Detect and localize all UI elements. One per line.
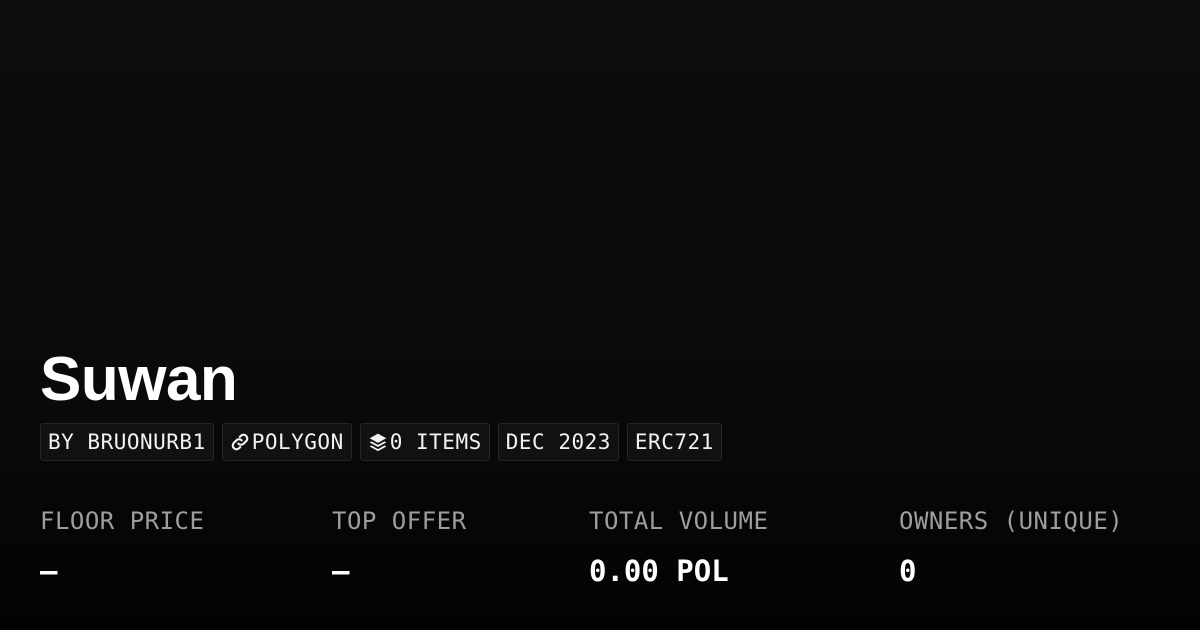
- stat-value: 0: [899, 554, 917, 588]
- stat-label: TOP OFFER: [332, 507, 467, 535]
- stat-value: –: [40, 554, 58, 588]
- creator-tag[interactable]: BY BRUONURB1: [40, 423, 214, 461]
- stat-floor-price: FLOOR PRICE –: [40, 504, 204, 588]
- items-tag[interactable]: 0 ITEMS: [359, 423, 490, 461]
- date-tag-label: DEC 2023: [505, 430, 611, 454]
- date-tag: DEC 2023: [497, 423, 619, 461]
- collection-tags: BY BRUONURB1 POLYGON 0 ITEMS DEC 2023 ER…: [40, 423, 722, 461]
- layers-icon: [368, 432, 388, 452]
- creator-tag-label: BY BRUONURB1: [48, 430, 206, 454]
- stat-total-volume: TOTAL VOLUME 0.00 POL: [589, 504, 768, 588]
- stat-top-offer: TOP OFFER –: [332, 504, 467, 588]
- stat-label: TOTAL VOLUME: [589, 507, 769, 535]
- standard-tag-label: ERC721: [634, 430, 714, 454]
- stat-label: FLOOR PRICE: [40, 507, 205, 535]
- collection-preview-card: Suwan BY BRUONURB1 POLYGON 0 ITEMS DEC 2…: [0, 0, 1200, 630]
- link-icon: [230, 432, 250, 452]
- items-tag-label: 0 ITEMS: [389, 430, 482, 454]
- stat-owners-unique: OWNERS (UNIQUE) 0: [899, 504, 1123, 588]
- chain-tag-label: POLYGON: [251, 430, 344, 454]
- stat-value: 0.00 POL: [589, 554, 729, 588]
- stat-value: –: [332, 554, 350, 588]
- stat-label: OWNERS (UNIQUE): [899, 507, 1124, 535]
- standard-tag: ERC721: [626, 423, 722, 461]
- chain-tag[interactable]: POLYGON: [221, 423, 352, 461]
- collection-title: Suwan: [40, 345, 238, 414]
